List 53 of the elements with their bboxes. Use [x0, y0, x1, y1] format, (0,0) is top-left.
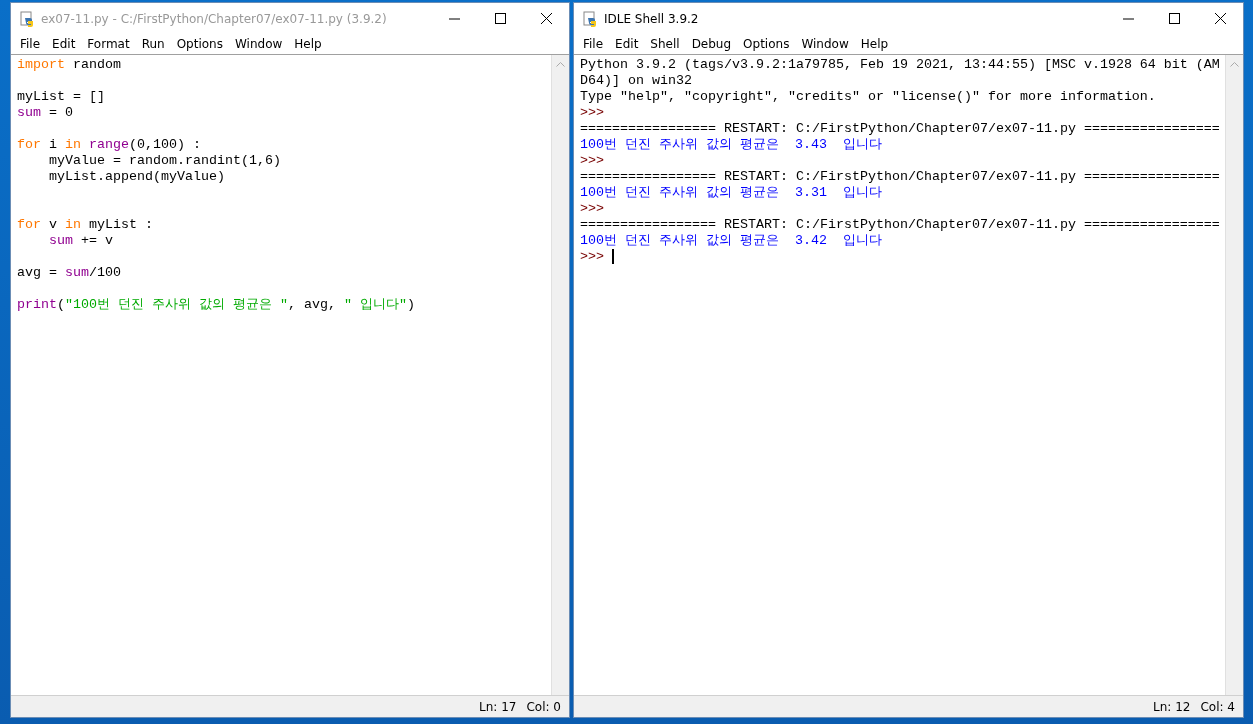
line-number: Ln: 17	[479, 699, 517, 714]
menu-item[interactable]: Help	[854, 37, 895, 51]
code-editor-area[interactable]: import random myList = [] sum = 0 for i in range(0,100) : myValue = random.randint(1,6) myList.append(myValue) for v in myList : sum += v avg = sum/100 print("100번 던진 주사위 값의 평균은 ", avg, " 입니다")	[11, 55, 551, 695]
menu-item[interactable]: Format	[81, 37, 136, 51]
scrollbar[interactable]	[1225, 55, 1243, 695]
shell-line: Type "help", "copyright", "credits" or "license()" for more information.	[580, 89, 1157, 105]
menu-item[interactable]: File	[14, 37, 47, 51]
python-file-icon	[19, 10, 35, 27]
menu-item[interactable]: Help	[288, 37, 328, 51]
shell-line: D64)] on win32	[580, 73, 693, 89]
maximize-icon[interactable]	[494, 13, 506, 24]
code-line: for v in myList :	[17, 217, 154, 233]
menu-item[interactable]: Window	[228, 37, 289, 51]
text-cursor	[612, 249, 614, 264]
maximize-icon[interactable]	[1168, 13, 1180, 24]
window-title: IDLE Shell 3.9.2	[604, 11, 700, 26]
menu-item[interactable]: File	[577, 37, 610, 51]
code-line: for i in range(0,100) :	[17, 137, 202, 153]
shell-prompt: >>>	[580, 105, 605, 121]
menu-item[interactable]: Shell	[644, 37, 686, 51]
shell-line: ================= RESTART: C:/FirstPython/Chapter07/ex07-11.py =================	[580, 217, 1219, 233]
menu-item[interactable]: Options	[170, 37, 229, 51]
shell-line: ================= RESTART: C:/FirstPython/Chapter07/ex07-11.py =================	[580, 169, 1219, 185]
close-icon[interactable]	[1214, 13, 1226, 24]
scrollbar[interactable]	[551, 55, 569, 695]
python-file-icon	[582, 10, 598, 27]
code-line: myList.append(myValue)	[48, 169, 226, 185]
code-line: myList = []	[17, 89, 106, 105]
close-icon[interactable]	[540, 13, 552, 24]
menu-item[interactable]: Debug	[685, 37, 738, 51]
code-line: sum = 0	[17, 105, 74, 121]
code-line: print("100번 던진 주사위 값의 평균은 ", avg, " 입니다")	[17, 297, 416, 313]
column-number: Col: 0	[526, 699, 561, 714]
code-line: sum += v	[48, 233, 114, 249]
shell-prompt: >>>	[580, 201, 605, 217]
code-line: import random	[17, 57, 122, 73]
code-line: myValue = random.randint(1,6)	[48, 153, 282, 169]
code-line: avg = sum/100	[17, 265, 122, 281]
menu-item[interactable]: Window	[795, 37, 855, 51]
shell-prompt: >>>	[580, 249, 604, 264]
menu-item[interactable]: Edit	[609, 37, 645, 51]
menu-item[interactable]: Run	[135, 37, 171, 51]
shell-prompt: >>>	[580, 153, 605, 169]
program-output: 100번 던진 주사위 값의 평균은 3.31 입니다	[580, 185, 883, 201]
program-output: 100번 던진 주사위 값의 평균은 3.42 입니다	[580, 233, 883, 249]
menu-item[interactable]: Edit	[46, 37, 82, 51]
shell-line: ================= RESTART: C:/FirstPython/Chapter07/ex07-11.py =================	[580, 121, 1219, 137]
program-output: 100번 던진 주사위 값의 평균은 3.43 입니다	[580, 137, 883, 153]
shell-line: Python 3.9.2 (tags/v3.9.2:1a79785, Feb 19 2021, 13:44:55) [MSC v.1928 64 bit (AM	[580, 57, 1219, 73]
line-number: Ln: 12	[1153, 699, 1191, 714]
menu-item[interactable]: Options	[737, 37, 796, 51]
window-title: ex07-11.py - C:/FirstPython/Chapter07/ex07-11.py (3.9.2)	[41, 11, 388, 26]
column-number: Col: 4	[1200, 699, 1235, 714]
